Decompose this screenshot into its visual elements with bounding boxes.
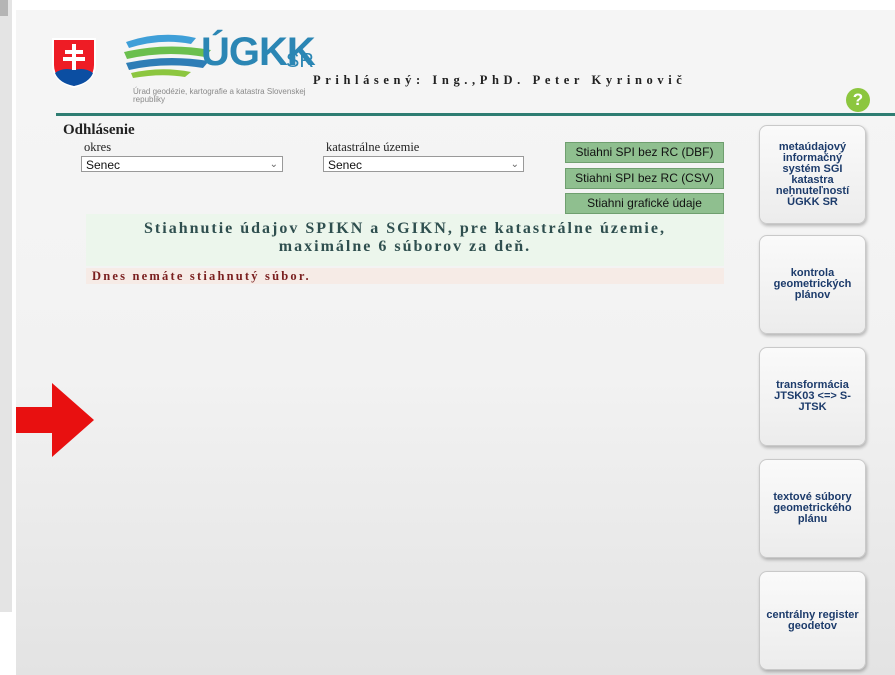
chevron-down-icon: ⌄ bbox=[269, 159, 278, 170]
sidebar-item-label: centrálny register geodetov bbox=[766, 608, 859, 632]
info-line-1: Stiahnutie údajov SPIKN a SGIKN, pre kat… bbox=[144, 220, 666, 237]
page: ÚGKK SR Úrad geodézie, kartografie a kat… bbox=[16, 10, 895, 675]
logout-link[interactable]: Odhlásenie bbox=[63, 122, 135, 139]
sidebar-item-label: kontrola geometrických plánov bbox=[773, 267, 852, 301]
help-icon[interactable]: ? bbox=[846, 88, 870, 112]
left-scroll-strip bbox=[0, 0, 12, 612]
logged-user: Prihlásený: Ing.,PhD. Peter Kyrinovič bbox=[313, 73, 687, 87]
sidebar-item-metadata[interactable]: metaúdajový informačný systém SGI katast… bbox=[759, 125, 866, 224]
ku-select[interactable]: Senec ⌄ bbox=[323, 156, 524, 172]
sidebar-item-surveyor-register[interactable]: centrálny register geodetov bbox=[759, 571, 866, 670]
okres-label: okres bbox=[84, 140, 112, 154]
logo-subtitle: Úrad geodézie, kartografie a katastra Sl… bbox=[133, 87, 306, 104]
info-box: Stiahnutie údajov SPIKN a SGIKN, pre kat… bbox=[86, 214, 724, 266]
chevron-down-icon: ⌄ bbox=[510, 159, 519, 170]
sidebar-item-label: transformácia JTSK03 <=> S-JTSK bbox=[774, 379, 851, 413]
ku-select-value: Senec bbox=[328, 158, 363, 172]
scroll-knob[interactable] bbox=[0, 0, 8, 16]
sidebar-item-text-files[interactable]: textové súbory geometrického plánu bbox=[759, 459, 866, 558]
okres-select-value: Senec bbox=[86, 158, 121, 172]
header-divider bbox=[56, 113, 895, 116]
ku-label: katastrálne územie bbox=[326, 140, 420, 154]
download-graphic-button[interactable]: Stiahni grafické údaje bbox=[565, 193, 724, 214]
okres-select[interactable]: Senec ⌄ bbox=[81, 156, 283, 172]
sidebar-item-transformation[interactable]: transformácia JTSK03 <=> S-JTSK bbox=[759, 347, 866, 446]
sidebar-item-label: textové súbory geometrického plánu bbox=[773, 491, 852, 525]
coat-of-arms-icon bbox=[52, 38, 96, 89]
download-spi-csv-button[interactable]: Stiahni SPI bez RC (CSV) bbox=[565, 168, 724, 189]
download-spi-dbf-button[interactable]: Stiahni SPI bez RC (DBF) bbox=[565, 142, 724, 163]
info-line-2: maximálne 6 súborov za deň. bbox=[278, 238, 532, 255]
logo-suffix: SR bbox=[286, 50, 314, 72]
sidebar-item-label: metaúdajový informačný systém SGI katast… bbox=[775, 140, 850, 208]
status-message: Dnes nemáte stiahnutý súbor. bbox=[86, 268, 724, 284]
red-arrow-icon bbox=[16, 383, 94, 457]
sidebar-item-gp-check[interactable]: kontrola geometrických plánov bbox=[759, 235, 866, 334]
